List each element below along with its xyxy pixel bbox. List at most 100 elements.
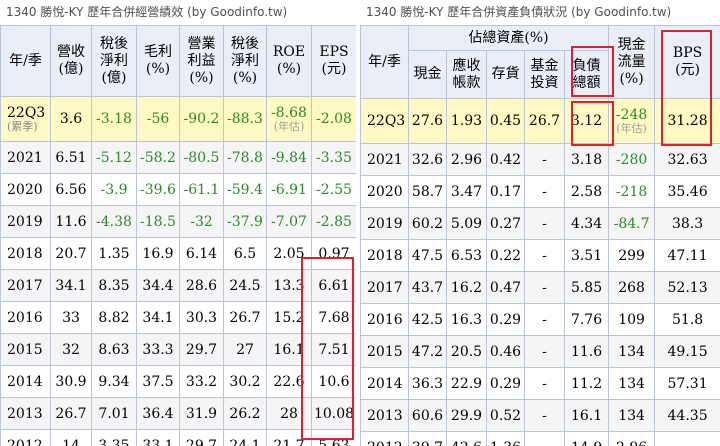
cell-value: 21.7 [273, 437, 305, 446]
cell-value: -9.84 [271, 149, 307, 166]
table-row: 2019 60.2 5.09 0.27 - 4.34 -84.7 38.3 [360, 207, 720, 240]
row-year: 2014 [0, 365, 51, 398]
row-cell: 22.6 [266, 365, 312, 398]
header-line: 毛利 [144, 44, 172, 60]
row-cell: 58.7 [408, 175, 447, 208]
row-cell: 37.5 [136, 365, 180, 398]
cell-value: -2.55 [316, 181, 352, 198]
cell-value: 24.5 [229, 277, 261, 294]
row-cell: 0.47 [486, 271, 525, 304]
row-year-label: 2017 [7, 277, 43, 294]
cell-value: -280 [615, 151, 648, 168]
row-cell: 3.6 [50, 96, 92, 142]
header-bps: BPS (元) [654, 25, 720, 99]
row-cell: 9.34 [91, 365, 137, 398]
cell-value: 24.1 [229, 437, 261, 446]
row-cell: 2.96 [608, 431, 656, 446]
cell-value: 16.9 [142, 245, 174, 262]
header-line: 營收 [57, 44, 85, 60]
row-cell: 0.42 [486, 143, 525, 176]
header-line: 應收 [452, 57, 481, 74]
cell-value: 3.35 [98, 437, 130, 446]
header-line: (億) [101, 69, 127, 86]
table-row: 2020 6.56 -3.9 -39.6 -61.1 -59.4 -6.91 -2.55 [0, 173, 356, 206]
row-cell: 29.9 [446, 399, 487, 432]
row-cell: 15.2 [266, 301, 312, 334]
row-cell: 11.6 [50, 205, 92, 238]
cell-value: 11.6 [570, 343, 603, 360]
cell-value: -4.38 [96, 213, 132, 230]
row-cell: - [524, 207, 565, 240]
row-cell: - [524, 271, 565, 304]
cell-note: (年估) [616, 122, 647, 135]
cell-value: 3.47 [450, 183, 483, 200]
cell-value: -248 [615, 107, 648, 123]
header-line: 利益 [187, 52, 216, 69]
row-cell: -8.68 (年估) [266, 96, 312, 142]
cell-value: 33 [62, 309, 80, 326]
row-cell: 2.58 [563, 175, 610, 208]
cell-value: 11.6 [55, 213, 87, 230]
cell-value: 4.34 [570, 215, 603, 232]
row-cell: 1.35 [91, 237, 137, 270]
table-row: 2015 47.2 20.5 0.46 - 11.6 134 49.15 [360, 335, 720, 368]
cell-value: 16.1 [570, 407, 603, 424]
row-year-label: 2021 [7, 149, 43, 166]
cell-value: -80.5 [183, 149, 220, 166]
header-line: (%) [232, 69, 258, 86]
header-line: ROE [272, 44, 306, 60]
row-year-label: 2019 [367, 215, 403, 232]
header-line: 總額 [572, 74, 601, 91]
row-year-label: 2018 [7, 245, 43, 262]
row-cell: 8.82 [91, 301, 137, 334]
row-cell: -37.9 [223, 205, 267, 238]
row-cell: 33.3 [136, 333, 180, 366]
row-cell: -3.35 [311, 141, 356, 174]
row-cell: - [524, 239, 565, 272]
header-line: 現金 [413, 66, 442, 82]
row-cell: 27 [223, 333, 267, 366]
cell-value: - [542, 440, 547, 446]
row-cell: 22.9 [446, 367, 487, 400]
cell-value: 1.35 [98, 245, 130, 262]
row-cell: 4.34 [563, 207, 610, 240]
header-line: (%) [276, 61, 302, 77]
row-cell: 14.9 [563, 431, 610, 446]
cell-value: 60.6 [411, 407, 444, 424]
cell-value: 0.45 [489, 113, 522, 129]
header-line: 投資 [530, 74, 559, 91]
row-cell: -18.5 [136, 205, 180, 238]
cell-value: 1.93 [450, 113, 483, 129]
cell-value: 34.1 [142, 309, 174, 326]
row-cell: 38.3 [654, 207, 720, 240]
row-cell: -3.9 [91, 173, 137, 206]
right-subheader-col-2: 存貨 [486, 50, 525, 99]
row-year-label: 2021 [367, 151, 403, 168]
row-cell: -218 [608, 175, 656, 208]
left-header-col-3: 毛利 (%) [136, 25, 180, 97]
cell-note: (年估) [273, 120, 305, 133]
cell-value: 0.29 [489, 375, 522, 392]
header-line: 流量 [617, 53, 646, 70]
row-year: 2016 [360, 303, 409, 336]
row-cell: 8.63 [91, 333, 137, 366]
row-year: 2013 [360, 399, 409, 432]
row-cell: 7.01 [91, 397, 137, 430]
cell-value: 29.7 [185, 341, 218, 358]
cell-value: 16.2 [450, 279, 483, 296]
row-cell: 34.4 [136, 269, 180, 302]
row-cell: -248 (年估) [608, 98, 656, 144]
header-line: 稅後 [231, 35, 259, 52]
row-year-label: 2019 [7, 213, 43, 230]
row-cell: 6.61 [311, 269, 356, 302]
row-cell: -61.1 [179, 173, 224, 206]
cell-value: 22.9 [450, 375, 483, 392]
cell-value: 31.28 [667, 113, 708, 129]
cell-value: 22.6 [273, 373, 305, 390]
row-cell: 39.7 [408, 431, 447, 446]
cell-value: 47.2 [411, 343, 444, 360]
row-cell: 134 [608, 367, 656, 400]
row-cell: 3.12 [563, 98, 610, 144]
row-year: 22Q3 [360, 98, 409, 144]
cell-value: -39.6 [140, 181, 176, 198]
